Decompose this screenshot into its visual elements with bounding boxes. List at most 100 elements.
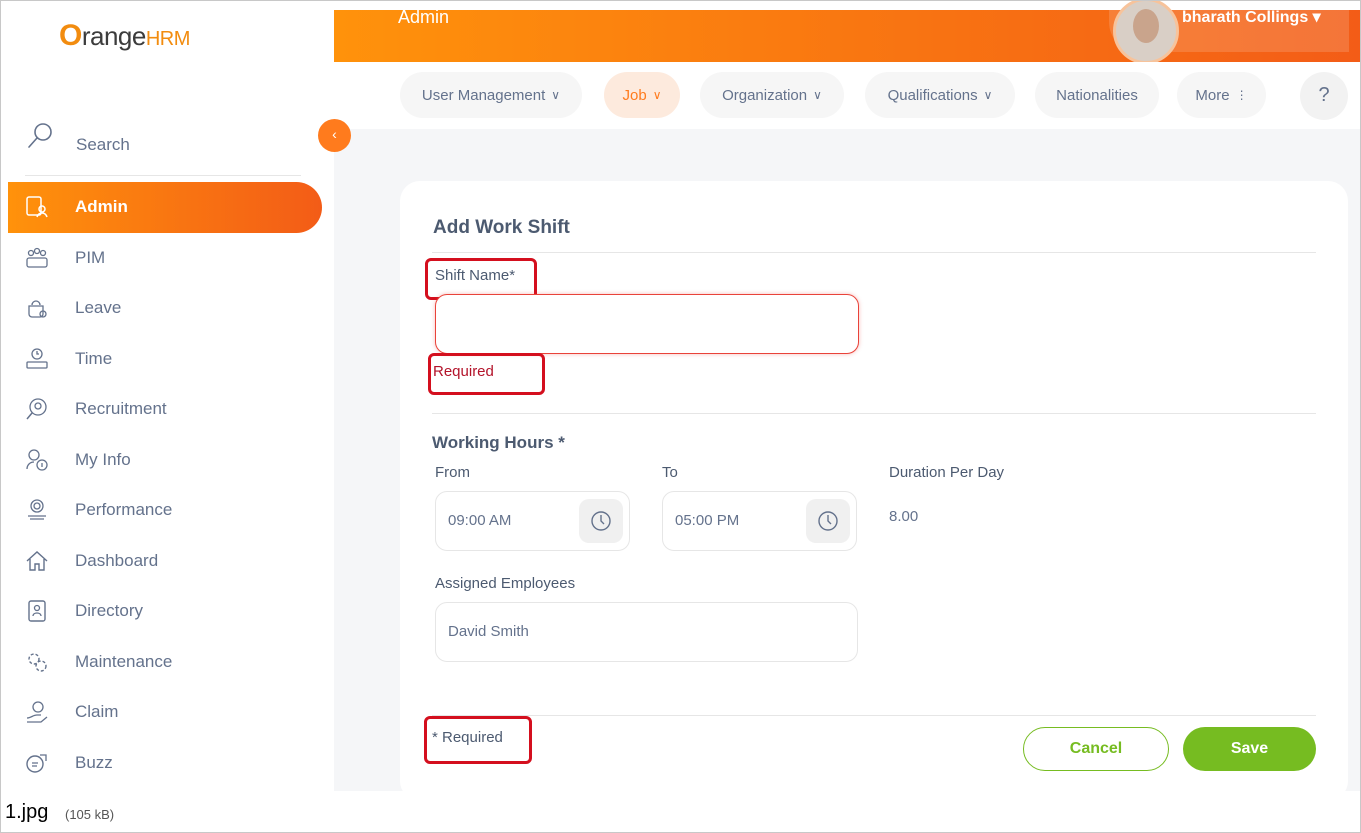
- assigned-employees-label: Assigned Employees: [435, 575, 576, 592]
- admin-tabs: User Management ∨ Job ∨ Organization ∨ Qual…: [334, 62, 1360, 129]
- leave-icon: [28, 300, 47, 318]
- sidebar-item-label: Directory: [75, 601, 144, 621]
- tab-organization[interactable]: Organization ∨: [700, 72, 844, 118]
- logo-text: range: [81, 21, 147, 51]
- chevron-left-icon: ‹: [332, 126, 337, 142]
- divider: [432, 715, 1316, 716]
- search-label: Search: [76, 135, 130, 154]
- sidebar-item-admin[interactable]: Admin: [8, 182, 322, 233]
- sidebar-collapse-button[interactable]: ‹: [318, 119, 351, 152]
- cancel-button[interactable]: Cancel: [1023, 727, 1169, 771]
- tab-label: Nationalities: [1056, 86, 1138, 104]
- form-title: Add Work Shift: [433, 217, 570, 238]
- tab-label: Organization: [722, 86, 808, 104]
- help-icon: ?: [1318, 84, 1330, 106]
- chevron-down-icon: ∨: [983, 88, 993, 102]
- maintenance-icon: [28, 652, 47, 672]
- assigned-employee-chip: David Smith: [448, 623, 529, 640]
- add-work-shift-card: Add Work Shift Shift Name* Required Work…: [400, 181, 1348, 801]
- top-header: Admin bharath Collings ▾: [334, 1, 1360, 64]
- from-time-value: 09:00 AM: [448, 512, 512, 529]
- tab-nationalities[interactable]: Nationalities: [1035, 72, 1159, 118]
- sidebar-item-recruitment[interactable]: Recruitment: [8, 384, 322, 435]
- sidebar-item-performance[interactable]: Performance: [8, 485, 322, 536]
- logo[interactable]: OrangeHRM: [59, 19, 190, 53]
- sidebar-item-label: My Info: [75, 449, 131, 469]
- logo-hrm: HRM: [145, 28, 191, 50]
- from-clock-button[interactable]: [579, 499, 623, 543]
- divider: [432, 413, 1316, 414]
- from-time-input[interactable]: 09:00 AM: [435, 491, 630, 551]
- tab-job[interactable]: Job ∨: [604, 72, 680, 118]
- tab-label: Job: [622, 86, 647, 104]
- save-button[interactable]: Save: [1183, 727, 1316, 771]
- avatar-face: [1133, 9, 1159, 43]
- tab-label: Qualifications: [887, 86, 978, 104]
- user-dropdown[interactable]: bharath Collings ▾: [1182, 7, 1321, 27]
- clock-icon: [818, 511, 838, 531]
- tab-qualifications[interactable]: Qualifications ∨: [865, 72, 1015, 118]
- from-label: From: [435, 464, 470, 481]
- search-icon: [28, 123, 52, 148]
- sidebar-item-label: Dashboard: [75, 550, 159, 570]
- tab-label: User Management: [421, 86, 546, 104]
- sidebar-item-label: Maintenance: [75, 651, 173, 671]
- sidebar-item-label: Performance: [75, 500, 173, 520]
- sidebar-search[interactable]: Search: [25, 119, 301, 176]
- directory-icon: [28, 600, 46, 622]
- sidebar-item-pim[interactable]: PIM: [8, 233, 322, 284]
- duration-value: 8.00: [889, 508, 919, 525]
- sidebar-item-time[interactable]: Time: [8, 334, 322, 385]
- to-clock-button[interactable]: [806, 499, 850, 543]
- chevron-down-icon: ∨: [652, 88, 662, 102]
- tab-user-management[interactable]: User Management ∨: [400, 72, 582, 118]
- to-time-input[interactable]: 05:00 PM: [662, 491, 857, 551]
- help-button[interactable]: ?: [1300, 72, 1348, 120]
- more-dots-icon: ⋮: [1235, 88, 1248, 102]
- duration-label: Duration Per Day: [889, 464, 1005, 481]
- annotation-box: [428, 353, 545, 395]
- logo-orange-mark: O: [59, 19, 82, 52]
- to-label: To: [662, 464, 678, 481]
- sidebar-item-dashboard[interactable]: Dashboard: [8, 536, 322, 587]
- sidebar-item-claim[interactable]: Claim: [8, 687, 322, 738]
- sidebar-item-directory[interactable]: Directory: [8, 586, 322, 637]
- attachment-caption: 1.jpg (105 kB): [1, 791, 1360, 832]
- sidebar-item-label: Recruitment: [75, 399, 167, 419]
- sidebar-item-label: Admin: [75, 197, 128, 217]
- sidebar-item-label: Time: [75, 348, 113, 368]
- chevron-down-icon: ∨: [813, 88, 822, 102]
- to-time-value: 05:00 PM: [675, 512, 740, 529]
- dashboard-icon: [26, 550, 48, 571]
- tab-more[interactable]: More ⋮: [1177, 72, 1266, 118]
- assigned-employees-input[interactable]: David Smith: [435, 602, 858, 662]
- main-content: Add Work Shift Shift Name* Required Work…: [334, 129, 1360, 801]
- chevron-down-icon: ∨: [551, 88, 561, 102]
- sidebar-menu: Admin PIM Leave Time Recruitment My Info: [8, 182, 322, 788]
- divider: [432, 252, 1316, 253]
- attachment-filename[interactable]: 1.jpg: [5, 801, 48, 824]
- performance-icon: [28, 499, 46, 520]
- sidebar-item-leave[interactable]: Leave: [8, 283, 322, 334]
- clock-icon: [591, 511, 611, 531]
- page-title: Admin: [398, 7, 450, 27]
- recruitment-icon: [26, 398, 47, 420]
- sidebar-item-label: PIM: [75, 247, 106, 267]
- sidebar-item-my-info[interactable]: My Info: [8, 435, 322, 486]
- tab-label: More: [1195, 86, 1230, 104]
- my-info-icon: [26, 448, 48, 471]
- annotation-box: [424, 716, 532, 764]
- time-icon: [26, 347, 48, 369]
- sidebar-item-maintenance[interactable]: Maintenance: [8, 637, 322, 688]
- sidebar-item-label: Claim: [75, 702, 119, 722]
- working-hours-label: Working Hours *: [432, 433, 565, 452]
- claim-icon: [26, 701, 48, 723]
- sidebar-item-label: Leave: [75, 298, 122, 318]
- avatar[interactable]: [1113, 1, 1179, 64]
- sidebar-item-buzz[interactable]: Buzz: [8, 738, 322, 789]
- shift-name-input[interactable]: [435, 294, 859, 354]
- sidebar-item-label: Buzz: [75, 752, 113, 772]
- attachment-filesize: (105 kB): [65, 807, 115, 822]
- sidebar: OrangeHRM Search Admin PIM Leave Time Re…: [1, 1, 334, 791]
- admin-icon: [26, 196, 48, 218]
